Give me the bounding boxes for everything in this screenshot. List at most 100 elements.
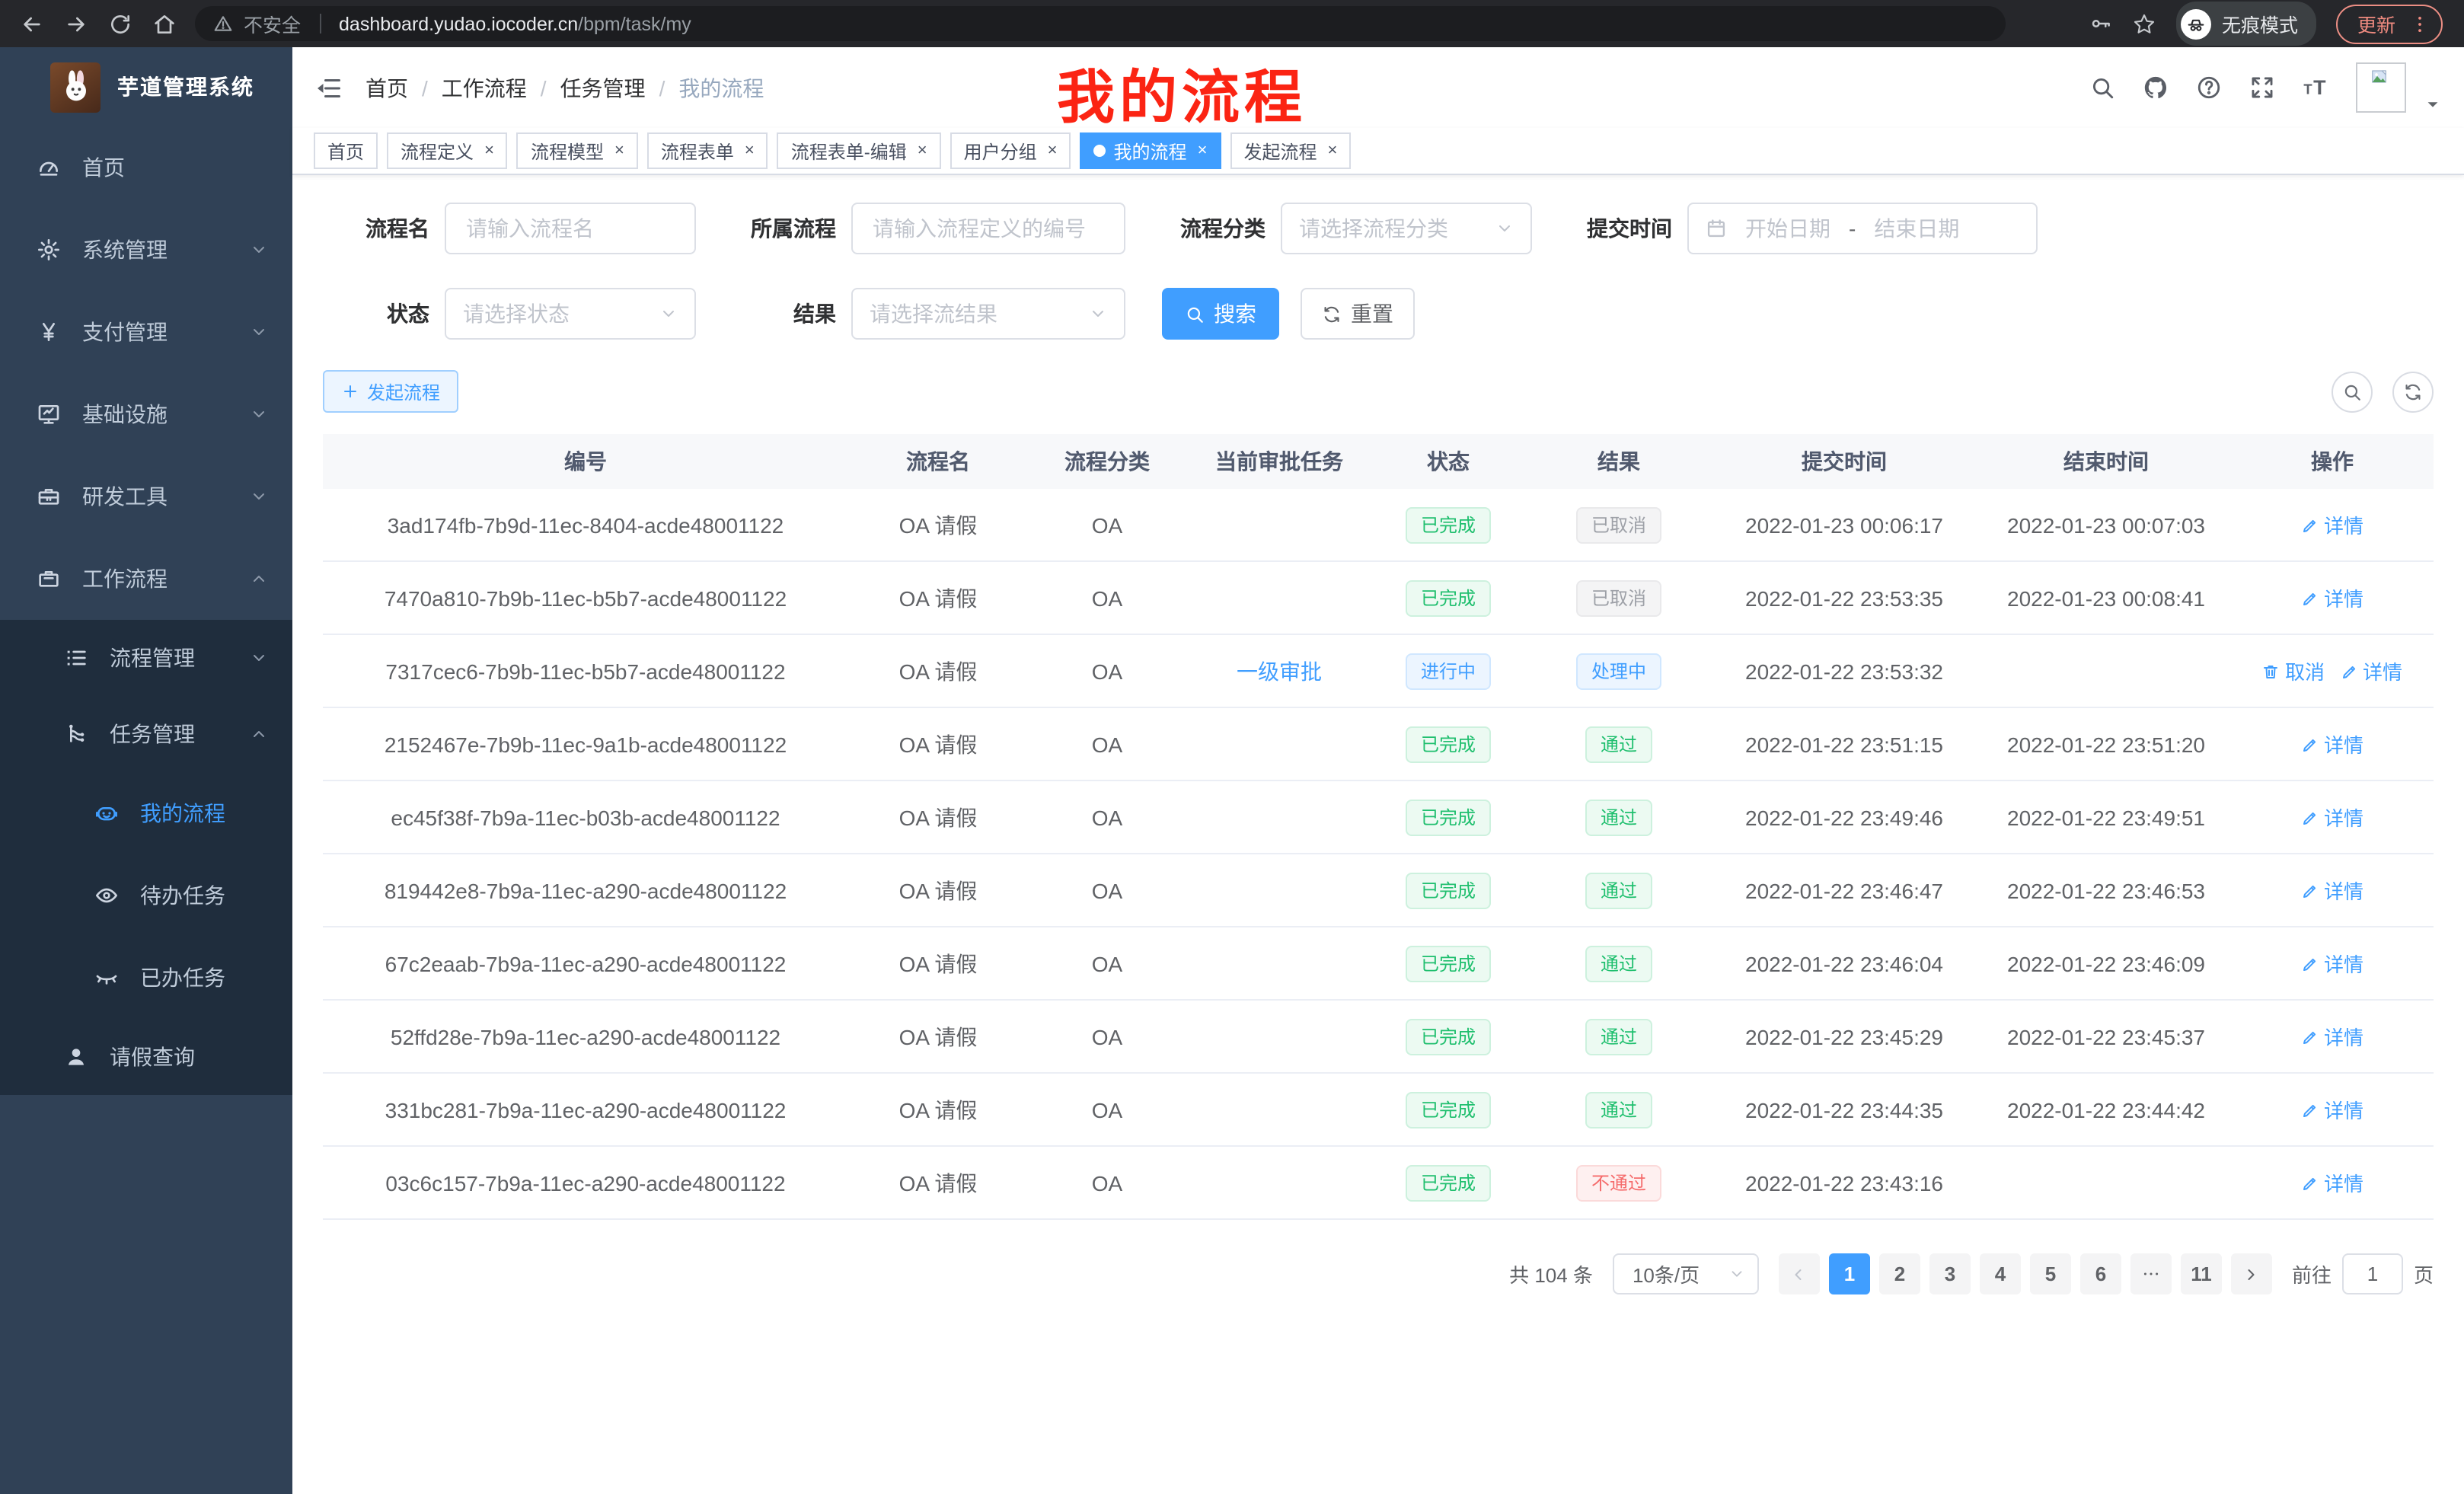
github-icon[interactable]	[2143, 75, 2169, 101]
sidebar-item-首页[interactable]: 首页	[0, 126, 292, 209]
update-button[interactable]: 更新	[2336, 4, 2443, 43]
incognito-label: 无痕模式	[2222, 9, 2298, 38]
status-select[interactable]: 请选择状态	[445, 288, 696, 340]
reload-icon[interactable]	[101, 5, 139, 43]
refresh-table-button[interactable]	[2392, 371, 2434, 412]
address-bar[interactable]: 不安全 dashboard.yudao.iocoder.cn/bpm/task/…	[195, 6, 2006, 41]
tab-发起流程[interactable]: 发起流程×	[1230, 132, 1351, 169]
goto-page-input[interactable]	[2342, 1253, 2403, 1294]
reset-button[interactable]: 重置	[1301, 288, 1415, 340]
page-size-select[interactable]: 10条/页	[1613, 1253, 1759, 1294]
sidebar-item-已办任务[interactable]: 已办任务	[0, 937, 292, 1019]
action-详情[interactable]: 详情	[2301, 729, 2363, 758]
action-详情[interactable]: 详情	[2301, 1022, 2363, 1051]
tab-流程表单[interactable]: 流程表单×	[647, 132, 768, 169]
process-category-select[interactable]: 请选择流程分类	[1281, 203, 1532, 254]
action-详情[interactable]: 详情	[2340, 656, 2402, 685]
sidebar-item-系统管理[interactable]: 系统管理	[0, 209, 292, 291]
page-button-1[interactable]: 1	[1829, 1253, 1870, 1294]
page-ellipsis[interactable]	[2130, 1253, 2172, 1294]
table-row: 3ad174fb-7b9d-11ec-8404-acde48001122OA 请…	[323, 489, 2434, 562]
start-date-placeholder[interactable]: 开始日期	[1745, 213, 1830, 244]
search-button[interactable]: 搜索	[1162, 288, 1279, 340]
page-button-3[interactable]: 3	[1929, 1253, 1971, 1294]
action-详情[interactable]: 详情	[2301, 876, 2363, 905]
action-取消[interactable]: 取消	[2262, 656, 2325, 685]
prev-page-button[interactable]	[1779, 1253, 1820, 1294]
sidebar-item-请假查询[interactable]: 请假查询	[0, 1019, 292, 1095]
breadcrumb-item[interactable]: 首页	[365, 72, 408, 103]
avatar[interactable]	[2356, 62, 2406, 113]
cell-actions: 详情	[2237, 1168, 2427, 1197]
create-process-button[interactable]: 发起流程	[323, 370, 458, 413]
hamburger-icon[interactable]	[315, 74, 343, 101]
sidebar-item-工作流程[interactable]: 工作流程	[0, 538, 292, 620]
sidebar-item-基础设施[interactable]: 基础设施	[0, 373, 292, 455]
search-icon[interactable]	[2089, 75, 2115, 101]
avatar-caret-icon[interactable]	[2424, 96, 2441, 113]
next-page-button[interactable]	[2231, 1253, 2272, 1294]
tab-流程定义[interactable]: 流程定义×	[387, 132, 508, 169]
tab-close-icon[interactable]: ×	[745, 142, 755, 160]
sidebar-item-待办任务[interactable]: 待办任务	[0, 854, 292, 937]
cell-submit-time: 2022-01-22 23:45:29	[1713, 1024, 1975, 1049]
cell-result: 通过	[1524, 1018, 1713, 1055]
tab-close-icon[interactable]: ×	[1048, 142, 1058, 160]
forward-icon[interactable]	[56, 5, 94, 43]
tab-流程模型[interactable]: 流程模型×	[517, 132, 638, 169]
action-详情[interactable]: 详情	[2301, 803, 2363, 832]
fullscreen-icon[interactable]	[2249, 75, 2275, 101]
table-row: 7317cec6-7b9b-11ec-b5b7-acde48001122OA 请…	[323, 635, 2434, 708]
process-name-field[interactable]	[463, 215, 678, 242]
tab-close-icon[interactable]: ×	[614, 142, 624, 160]
font-size-icon[interactable]: TT	[2303, 75, 2328, 101]
current-task-link[interactable]: 一级审批	[1237, 659, 1322, 683]
breadcrumb-item[interactable]: 工作流程	[442, 72, 527, 103]
result-select[interactable]: 请选择流结果	[851, 288, 1125, 340]
action-详情[interactable]: 详情	[2301, 949, 2363, 978]
submit-time-range-picker[interactable]: 开始日期 - 结束日期	[1687, 203, 2038, 254]
action-详情[interactable]: 详情	[2301, 510, 2363, 539]
sidebar-item-流程管理[interactable]: 流程管理	[0, 620, 292, 696]
end-date-placeholder[interactable]: 结束日期	[1874, 213, 1959, 244]
tab-close-icon[interactable]: ×	[918, 142, 927, 160]
browser-menu-icon[interactable]	[2409, 13, 2430, 34]
tab-流程表单-编辑[interactable]: 流程表单-编辑×	[777, 132, 941, 169]
sidebar-item-我的流程[interactable]: 我的流程	[0, 772, 292, 854]
tab-我的流程[interactable]: 我的流程×	[1080, 132, 1221, 169]
page-button-4[interactable]: 4	[1980, 1253, 2021, 1294]
page-button-6[interactable]: 6	[2080, 1253, 2121, 1294]
tab-close-icon[interactable]: ×	[484, 142, 494, 160]
breadcrumb-item[interactable]: 任务管理	[560, 72, 646, 103]
security-label[interactable]: 不安全	[244, 9, 301, 38]
process-definition-input[interactable]	[851, 203, 1125, 254]
question-icon[interactable]	[2196, 75, 2222, 101]
tab-close-icon[interactable]: ×	[1198, 142, 1208, 160]
home-icon[interactable]	[145, 5, 183, 43]
key-icon[interactable]	[2089, 12, 2112, 35]
sidebar-item-支付管理[interactable]: 支付管理	[0, 291, 292, 373]
cell-id: 7470a810-7b9b-11ec-b5b7-acde48001122	[323, 586, 848, 610]
action-详情[interactable]: 详情	[2301, 1168, 2363, 1197]
app-logo[interactable]: 芋道管理系统	[0, 47, 292, 126]
status-tag: 已完成	[1406, 726, 1491, 762]
action-详情[interactable]: 详情	[2301, 583, 2363, 612]
update-label[interactable]: 更新	[2357, 9, 2395, 38]
tab-close-icon[interactable]: ×	[1327, 142, 1337, 160]
toggle-search-button[interactable]	[2332, 371, 2373, 412]
tab-用户分组[interactable]: 用户分组×	[950, 132, 1071, 169]
action-详情[interactable]: 详情	[2301, 1095, 2363, 1124]
range-separator: -	[1849, 216, 1856, 241]
back-icon[interactable]	[12, 5, 50, 43]
process-definition-field[interactable]	[870, 215, 1107, 242]
cell-submit-time: 2022-01-22 23:46:47	[1713, 878, 1975, 902]
bookmark-star-icon[interactable]	[2132, 11, 2156, 36]
sidebar-item-研发工具[interactable]: 研发工具	[0, 455, 292, 538]
page-button-5[interactable]: 5	[2030, 1253, 2071, 1294]
page-button-2[interactable]: 2	[1879, 1253, 1920, 1294]
sidebar-item-任务管理[interactable]: 任务管理	[0, 696, 292, 772]
page-button-11[interactable]: 11	[2181, 1253, 2222, 1294]
process-name-input[interactable]	[445, 203, 696, 254]
tab-首页[interactable]: 首页	[314, 132, 378, 169]
cell-current-task: 一级审批	[1186, 656, 1372, 686]
